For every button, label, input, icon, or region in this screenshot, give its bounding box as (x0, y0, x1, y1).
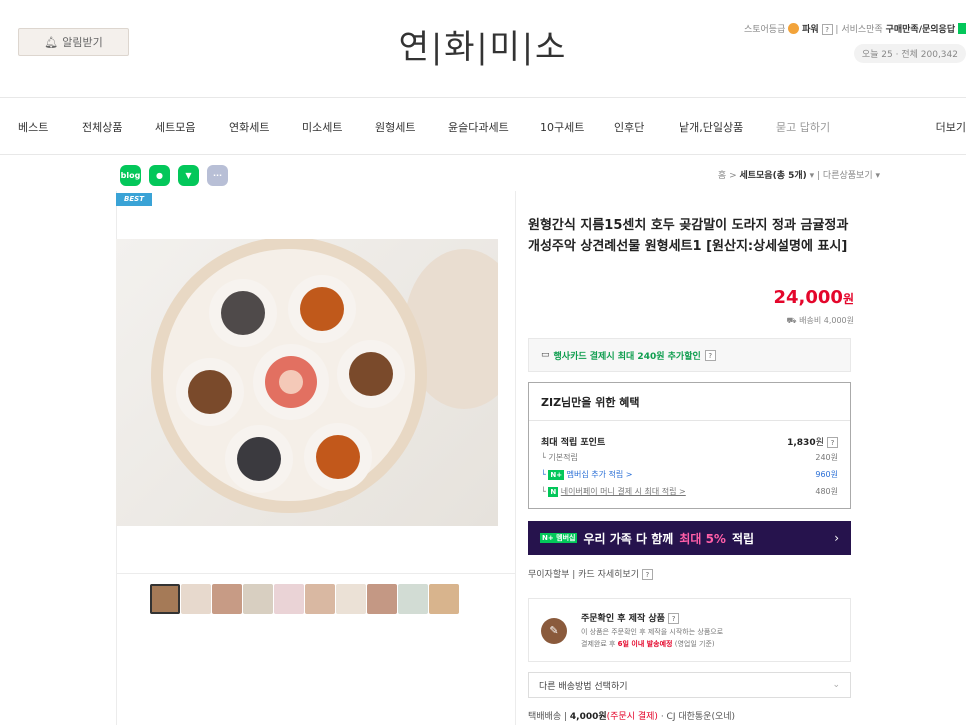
thumbnail[interactable] (150, 584, 180, 614)
card-promo-box: ▭ 행사카드 결제시 최대 240원 추가할인 ? (528, 338, 851, 372)
product-title: 원형간식 지름15센치 호두 곶감말이 도라지 정과 금귤정과 개성주악 상견례… (528, 218, 849, 254)
help-icon[interactable]: ? (821, 24, 833, 35)
thumbnail[interactable] (398, 584, 428, 614)
max-point-row: 최대 적립 포인트 1,830원 ? (541, 435, 838, 448)
blog-share-icon[interactable]: blog (120, 165, 141, 186)
band-share-icon[interactable]: ● (149, 165, 170, 186)
membership-point-link[interactable]: └ N+ 멤버십 추가 적립 > (541, 469, 633, 480)
nav-item[interactable]: 10구세트 (540, 119, 584, 135)
help-icon[interactable]: ? (704, 349, 716, 361)
banner-text-end: 적립 (731, 531, 755, 546)
breadcrumb-current[interactable]: 세트모음(총 5개) (739, 171, 806, 181)
satisfaction-badge-icon (958, 23, 966, 34)
npay-point-row: └ N 네이버페이 머니 결제 시 최대 적립 > 480원 (541, 486, 838, 497)
truck-icon: ⛟ (786, 316, 797, 325)
store-grade-bar: 스토어등급 파워 ? | 서비스만족 구매만족/문의응답 (744, 22, 966, 35)
help-icon[interactable]: ? (641, 569, 653, 580)
basic-point-value: 240원 (815, 453, 838, 462)
npay-icon: N (548, 487, 559, 497)
delivery-info: 택배배송 | 4,000원(주문시 결제) · CJ 대한통운(오네) (528, 712, 736, 722)
nav-item[interactable]: 인후단 (614, 119, 644, 135)
thumbnail[interactable] (336, 584, 366, 614)
price-value: 24,000 (773, 287, 843, 308)
banner-text: 우리 가족 다 함께 (583, 531, 674, 546)
npay-point-link[interactable]: └ N 네이버페이 머니 결제 시 최대 적립 > (541, 486, 686, 497)
more-share-icon[interactable]: ··· (207, 165, 228, 186)
product-image[interactable] (116, 237, 524, 526)
store-header: 🔔︎ 알림받기 연|화|미|소 스토어등급 파워 ? | 서비스만족 구매만족/… (0, 0, 966, 98)
shipping-fee-text: 배송비 4,000원 (799, 316, 854, 325)
benefit-box: ZIZ님만을 위한 혜택 최대 적립 포인트 1,830원 ? └ 기본적립 2… (528, 382, 851, 509)
made-to-order-desc: 이 상품은 주문확인 후 제작을 시작하는 상품으로 결제완료 후 6일 이내 … (581, 628, 724, 648)
max-point-value: 1,830원 ? (787, 435, 838, 448)
bookmark-icon[interactable]: ▼ (178, 165, 199, 186)
banner-highlight: 최대 5% (679, 531, 726, 546)
nav-item[interactable]: 연화세트 (229, 119, 269, 135)
power-tier-icon (788, 23, 800, 34)
delivery-label: 택배배송 (528, 712, 562, 722)
nav-more-button[interactable]: 더보기 (936, 119, 966, 135)
thumbnail[interactable] (305, 584, 335, 614)
price-unit: 원 (842, 292, 854, 306)
thumbnail-strip (150, 584, 459, 614)
nav-item[interactable]: 미소세트 (302, 119, 342, 135)
chevron-right-icon: › (834, 531, 839, 545)
breadcrumb: 홈 > 세트모음(총 5개) ▾ | 다른상품보기 ▾ (717, 171, 880, 181)
membership-point-row: └ N+ 멤버십 추가 적립 > 960원 (541, 469, 838, 480)
benefit-title: ZIZ님만을 위한 혜택 (529, 383, 850, 421)
category-nav: 베스트 전체상품 세트모음 연화세트 미소세트 원형세트 윤슬다과세트 10구세트 인후단 낱개,… (0, 98, 966, 155)
membership-point-value: 960원 (815, 470, 838, 479)
nav-item[interactable]: 윤슬다과세트 (448, 119, 509, 135)
nav-item[interactable]: 세트모음 (155, 119, 195, 135)
thumbnail[interactable] (367, 584, 397, 614)
naver-plus-icon: N+ (548, 470, 565, 480)
installment-text: 무이자할부 | 카드 자세히보기 (528, 570, 639, 580)
thumbnail[interactable] (181, 584, 211, 614)
nav-item[interactable]: 베스트 (18, 119, 48, 135)
snack-box-illustration (151, 237, 524, 513)
nav-item[interactable]: 전체상품 (82, 119, 122, 135)
installment-info[interactable]: 무이자할부 | 카드 자세히보기 ? (528, 567, 653, 580)
other-products-link[interactable]: 다른상품보기 (823, 171, 873, 181)
breadcrumb-home[interactable]: 홈 (718, 171, 726, 181)
thumbnail[interactable] (212, 584, 242, 614)
made-to-order-box: ✎ 주문확인 후 제작 상품 ? 이 상품은 주문확인 후 제작을 시작하는 상… (528, 598, 851, 662)
max-point-label: 최대 적립 포인트 (541, 438, 606, 448)
help-icon[interactable]: ? (668, 613, 680, 624)
tier-label: 파워 (802, 25, 819, 35)
membership-banner[interactable]: N+ 멤버십 우리 가족 다 함께 최대 5% 적립 › (528, 521, 851, 555)
npay-point-value: 480원 (815, 487, 838, 496)
shipping-method-value: 다른 배송방법 선택하기 (539, 681, 628, 692)
basic-point-label: └ 기본적립 (541, 453, 578, 462)
best-badge: BEST (116, 193, 152, 206)
share-bar: blog ● ▼ ··· (120, 165, 228, 186)
edit-note-icon: ✎ (541, 618, 567, 644)
product-detail: blog ● ▼ ··· 홈 > 세트모음(총 5개) ▾ | 다른상품보기 ▾… (0, 155, 966, 725)
help-icon[interactable]: ? (827, 437, 838, 448)
store-grade-label: 스토어등급 (743, 25, 786, 35)
basic-point-row: └ 기본적립 240원 (541, 452, 838, 463)
delivery-carrier: · CJ 대한통운(오네) (660, 712, 736, 722)
delivery-fee-note: (주문시 결제) (606, 712, 658, 722)
made-to-order-title: 주문확인 후 제작 상품 ? (581, 611, 680, 624)
naver-plus-membership-icon: N+ 멤버십 (540, 533, 578, 543)
divider (515, 191, 516, 725)
service-satisfaction-label: 서비스만족 (841, 25, 883, 35)
thumbnail[interactable] (274, 584, 304, 614)
thumbnail[interactable] (243, 584, 273, 614)
shipping-method-select[interactable]: 다른 배송방법 선택하기 ⌄ (528, 672, 851, 698)
qa-satisfaction-label: 구매만족/문의응답 (885, 25, 956, 35)
nav-item[interactable]: 묻고 답하기 (776, 119, 830, 135)
thumbnail[interactable] (429, 584, 459, 614)
shipping-fee: ⛟ 배송비 4,000원 (786, 315, 854, 326)
divider (116, 573, 515, 574)
card-promo-text: 행사카드 결제시 최대 240원 추가할인 (553, 351, 701, 362)
chevron-down-icon: ⌄ (832, 680, 840, 690)
product-price: 24,000원 (773, 287, 854, 308)
delivery-fee: 4,000원 (569, 712, 607, 722)
credit-card-icon: ▭ (541, 350, 550, 360)
visitor-count: 오늘 25 · 전체 200,342 (853, 44, 966, 63)
nav-item[interactable]: 낱개,단일상품 (679, 119, 743, 135)
nav-item[interactable]: 원형세트 (375, 119, 415, 135)
